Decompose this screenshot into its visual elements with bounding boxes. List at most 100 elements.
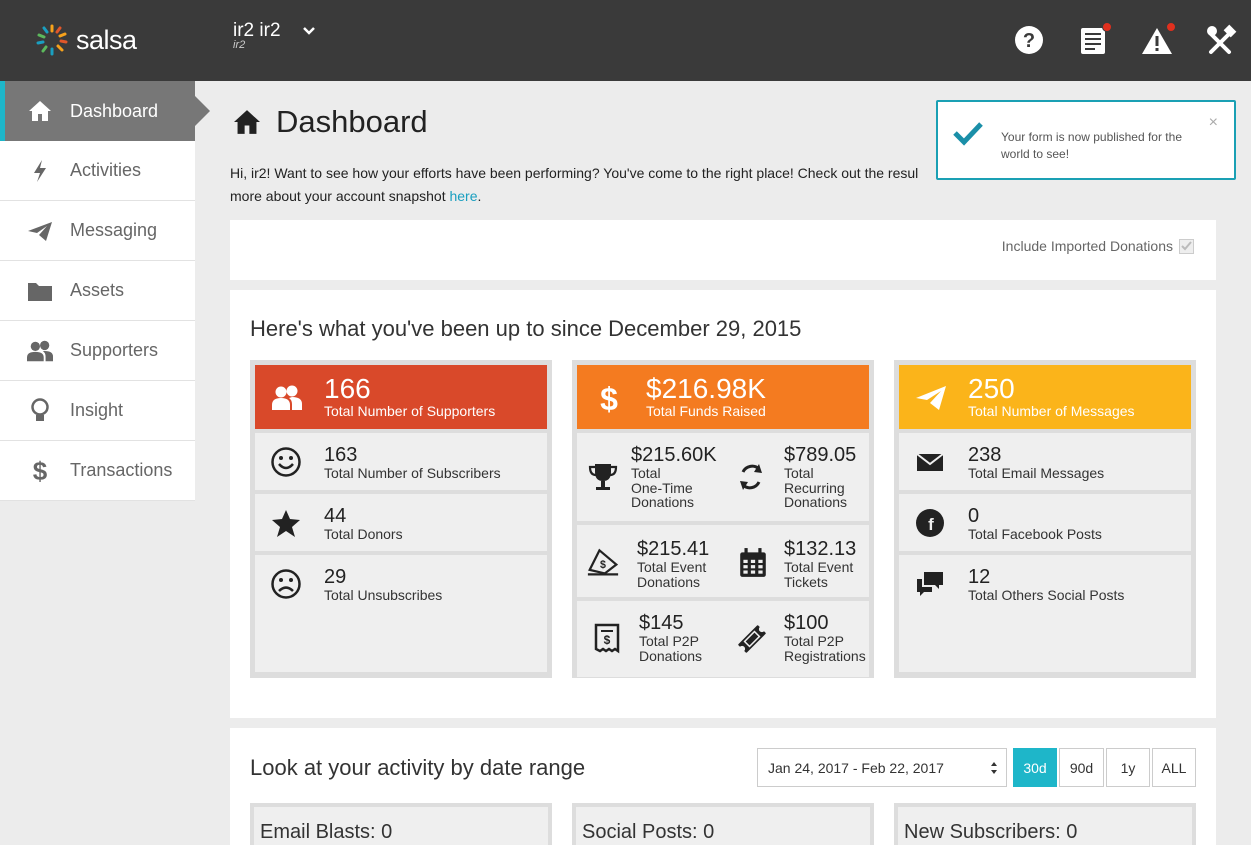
- ticket-icon: [738, 625, 766, 653]
- unsubscribes-value: 29: [324, 566, 347, 588]
- salsa-logo[interactable]: salsa: [34, 22, 137, 58]
- trophy-icon: [588, 464, 618, 490]
- messages-column: 250 Total Number of Messages 238 Total E…: [894, 360, 1196, 678]
- sidebar-item-activities[interactable]: Activities: [0, 141, 195, 201]
- facebook-posts-label: Total Facebook Posts: [968, 526, 1102, 542]
- email-messages-row[interactable]: 238 Total Email Messages: [899, 433, 1191, 490]
- range-1y-button[interactable]: 1y: [1106, 748, 1150, 787]
- home-icon: [234, 110, 260, 134]
- recurring-donations-label-1: Total: [784, 465, 814, 481]
- dollar-icon: $: [27, 457, 53, 485]
- help-icon[interactable]: ?: [1013, 22, 1045, 56]
- funds-header[interactable]: $ $216.98K Total Funds Raised: [577, 365, 869, 429]
- people-icon: [27, 338, 53, 364]
- chat-icon: [917, 572, 943, 596]
- include-imported-checkbox[interactable]: [1179, 238, 1194, 254]
- event-donations-label-1: Total Event: [637, 559, 707, 575]
- page-title: Dashboard: [232, 104, 428, 140]
- tools-icon[interactable]: [1205, 22, 1237, 56]
- include-imported-label: Include Imported Donations: [1001, 238, 1173, 254]
- intro-here-link[interactable]: here: [449, 188, 477, 204]
- p2p-donations[interactable]: $ $145 Total P2P Donations: [577, 601, 723, 677]
- p2p-registrations[interactable]: $100 Total P2P Registrations: [723, 601, 869, 677]
- recurring-donations[interactable]: $789.05 Total Recurring Donations: [723, 433, 869, 521]
- success-toast: Your form is now published for the world…: [936, 100, 1236, 180]
- sidebar-item-label: Supporters: [70, 340, 159, 360]
- p2p-donations-value: $145: [639, 612, 684, 634]
- event-donations-label-2: Donations: [637, 574, 701, 590]
- donors-label: Total Donors: [324, 526, 403, 542]
- supporters-total: 166: [324, 373, 371, 404]
- toast-message: Your form is now published for the world…: [1001, 130, 1182, 161]
- new-subscribers-card[interactable]: New Subscribers: 0: [894, 803, 1196, 845]
- facebook-posts-value: 0: [968, 505, 980, 527]
- range-30d-button[interactable]: 30d: [1013, 748, 1057, 787]
- event-tickets[interactable]: $132.13 Total Event Tickets: [723, 525, 869, 597]
- sidebar-item-insight[interactable]: Insight: [0, 381, 195, 441]
- supporters-header[interactable]: 166 Total Number of Supporters: [255, 365, 547, 429]
- messages-label: Total Number of Messages: [968, 403, 1135, 419]
- svg-text:$: $: [604, 633, 611, 647]
- social-posts-row[interactable]: 12 Total Others Social Posts: [899, 555, 1191, 672]
- subscribers-value: 163: [324, 444, 358, 466]
- sidebar-item-messaging[interactable]: Messaging: [0, 201, 195, 261]
- donors-row[interactable]: 44 Total Donors: [255, 494, 547, 551]
- p2p-registrations-label-1: Total P2P: [784, 633, 844, 649]
- social-posts-label: Total Others Social Posts: [968, 587, 1125, 603]
- messages-header[interactable]: 250 Total Number of Messages: [899, 365, 1191, 429]
- close-icon[interactable]: ×: [1209, 114, 1218, 132]
- p2p-registrations-label-2: Registrations: [784, 648, 866, 664]
- sidebar-item-label: Messaging: [70, 220, 158, 240]
- one-time-donations-label-3: Donations: [631, 494, 695, 510]
- sidebar-item-label: Dashboard: [70, 100, 159, 121]
- intro-text: Hi, ir2! Want to see how your efforts ha…: [230, 162, 950, 208]
- range-all-button[interactable]: ALL: [1152, 748, 1196, 787]
- sidebar-item-transactions[interactable]: $ Transactions: [0, 441, 195, 501]
- svg-text:?: ?: [1023, 30, 1035, 52]
- unsubscribes-row[interactable]: 29 Total Unsubscribes: [255, 555, 547, 672]
- event-tickets-label-2: Tickets: [784, 574, 828, 590]
- paper-plane-icon: [916, 386, 946, 410]
- sidebar-item-label: Insight: [70, 400, 124, 420]
- range-90d-button[interactable]: 90d: [1059, 748, 1104, 787]
- event-donations[interactable]: $ $215.41 Total Event Donations: [577, 525, 723, 597]
- sidebar-item-label: Activities: [70, 160, 142, 180]
- p2p-registrations-value: $100: [784, 612, 829, 634]
- date-range-select[interactable]: Jan 24, 2017 - Feb 22, 2017: [757, 748, 1007, 787]
- notification-dot: [1166, 22, 1176, 32]
- facebook-posts-row[interactable]: f 0 Total Facebook Posts: [899, 494, 1191, 551]
- sidebar-item-assets[interactable]: Assets: [0, 261, 195, 321]
- email-blasts-label: Email Blasts: 0: [254, 807, 548, 845]
- alert-icon[interactable]: [1141, 22, 1176, 56]
- reports-icon[interactable]: [1078, 22, 1112, 56]
- email-blasts-card[interactable]: Email Blasts: 0: [250, 803, 552, 845]
- social-posts-card[interactable]: Social Posts: 0: [572, 803, 874, 845]
- sidebar-nav: Dashboard Activities Messaging Assets Su…: [0, 81, 210, 501]
- sidebar-item-label: Assets: [70, 280, 125, 300]
- unsubscribes-label: Total Unsubscribes: [324, 587, 443, 603]
- lightbulb-icon: [27, 397, 53, 424]
- chevron-down-icon[interactable]: [302, 24, 316, 38]
- one-time-donations-label-1: Total: [631, 465, 661, 481]
- funds-column: $ $216.98K Total Funds Raised $215.60K T…: [572, 360, 874, 678]
- calendar-icon: [740, 548, 766, 577]
- event-row: $ $215.41 Total Event Donations $132.13 …: [577, 525, 869, 597]
- star-icon: [272, 510, 300, 537]
- notification-dot: [1102, 22, 1112, 32]
- intro-line-1: Hi, ir2! Want to see how your efforts ha…: [230, 165, 919, 181]
- one-time-donations[interactable]: $215.60K Total One-Time Donations: [577, 433, 723, 521]
- sidebar-item-dashboard[interactable]: Dashboard: [0, 81, 210, 141]
- include-imported-toggle[interactable]: Include Imported Donations: [1002, 238, 1194, 254]
- intro-line-2: more about your account snapshot here.: [230, 185, 950, 208]
- social-posts-value: 12: [968, 566, 991, 588]
- subscribers-label: Total Number of Subscribers: [324, 465, 501, 481]
- sidebar-item-supporters[interactable]: Supporters: [0, 321, 195, 381]
- p2p-row: $ $145 Total P2P Donations $100 Total P2…: [577, 601, 869, 677]
- donations-row: $215.60K Total One-Time Donations $789.0…: [577, 433, 869, 521]
- facebook-icon: f: [916, 509, 944, 537]
- svg-text:f: f: [928, 515, 934, 534]
- recurring-icon: [740, 464, 762, 490]
- event-donation-icon: $: [587, 548, 619, 576]
- subscribers-row[interactable]: 163 Total Number of Subscribers: [255, 433, 547, 490]
- account-switcher[interactable]: ir2 ir2 ir2: [233, 20, 281, 51]
